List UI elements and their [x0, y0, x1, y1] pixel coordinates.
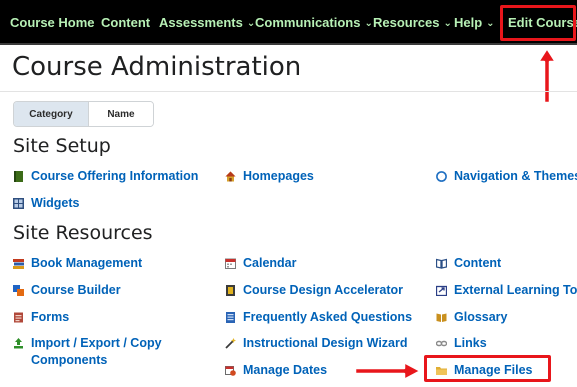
nav-assessments[interactable]: Assessments ⌄	[159, 13, 255, 33]
forms-icon	[14, 312, 23, 322]
link-calendar[interactable]: Calendar	[225, 255, 297, 271]
faq-icon	[226, 311, 235, 323]
manage-dates-icon	[225, 365, 236, 376]
books-icon	[13, 258, 24, 269]
link-widgets[interactable]: Widgets	[13, 195, 80, 211]
link-homepages[interactable]: Homepages	[225, 168, 314, 184]
course-navbar: Course Home Content Assessments ⌄ Communi…	[0, 0, 577, 45]
edit-course-highlight	[500, 5, 576, 41]
manage-files-highlight	[424, 355, 551, 382]
name-view-button[interactable]: Name	[88, 102, 153, 126]
open-book-icon	[436, 258, 447, 269]
builder-icon	[13, 284, 24, 296]
link-content[interactable]: Content	[436, 255, 501, 271]
link-import-export-copy-components[interactable]: Import / Export / Copy Components	[13, 335, 181, 369]
link-links[interactable]: Links	[436, 335, 487, 351]
home-icon	[225, 171, 236, 181]
link-external-learning-tools[interactable]: External Learning Tools	[436, 282, 577, 298]
widgets-icon	[13, 197, 24, 209]
link-course-builder[interactable]: Course Builder	[13, 282, 121, 298]
nav-help[interactable]: Help ⌄	[454, 13, 495, 33]
page-title: Course Administration	[12, 52, 302, 82]
link-book-management[interactable]: Book Management	[13, 255, 142, 271]
chevron-down-icon: ⌄	[486, 18, 495, 29]
calendar-icon	[225, 258, 236, 269]
site-setup-heading: Site Setup	[13, 135, 111, 157]
accelerator-icon	[226, 284, 235, 296]
nav-course-home[interactable]: Course Home	[10, 13, 95, 33]
nav-resources[interactable]: Resources ⌄	[373, 13, 452, 33]
link-frequently-asked-questions[interactable]: Frequently Asked Questions	[225, 309, 412, 325]
title-divider	[0, 91, 577, 92]
link-course-offering-information[interactable]: Course Offering Information	[13, 168, 198, 184]
link-navigation-themes[interactable]: Navigation & Themes	[436, 168, 577, 184]
chevron-down-icon: ⌄	[246, 18, 256, 29]
chevron-down-icon: ⌄	[443, 18, 452, 29]
view-toggle: Category Name	[13, 101, 154, 127]
category-view-button[interactable]: Category	[14, 102, 89, 126]
nav-content[interactable]: Content	[101, 13, 150, 33]
external-tool-icon	[436, 285, 447, 296]
link-manage-dates[interactable]: Manage Dates	[225, 362, 327, 378]
links-icon	[436, 340, 447, 346]
chevron-down-icon: ⌄	[364, 18, 373, 29]
red-arrow-up-icon	[536, 46, 558, 105]
link-glossary[interactable]: Glossary	[436, 309, 508, 325]
link-course-design-accelerator[interactable]: Course Design Accelerator	[225, 282, 403, 298]
import-export-icon	[14, 338, 23, 349]
glossary-icon	[436, 313, 447, 322]
book-icon	[14, 170, 23, 182]
compass-icon	[436, 170, 447, 182]
link-forms[interactable]: Forms	[13, 309, 69, 325]
wizard-icon	[225, 337, 236, 349]
site-resources-heading: Site Resources	[13, 222, 153, 244]
link-instructional-design-wizard[interactable]: Instructional Design Wizard	[225, 335, 408, 351]
red-arrow-right-icon	[353, 360, 423, 382]
nav-communications[interactable]: Communications ⌄	[255, 13, 373, 33]
